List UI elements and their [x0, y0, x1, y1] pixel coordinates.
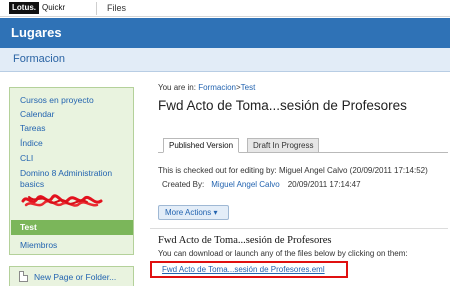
logo-product: Quickr — [42, 3, 66, 12]
places-banner: Lugares — [0, 18, 450, 48]
sidebar-item-domino-line2[interactable]: basics — [20, 179, 44, 189]
lotus-quickr-logo[interactable]: Lotus. Quickr — [9, 2, 65, 14]
top-bar: Lotus. Quickr Files — [0, 0, 450, 17]
sidebar-item-tareas[interactable]: Tareas — [20, 123, 46, 133]
breadcrumb-place-link[interactable]: Formacion — [198, 83, 236, 92]
tab-draft-in-progress[interactable]: Draft In Progress — [247, 138, 320, 153]
sidebar-nav: Cursos en proyecto Calendar Tareas Índic… — [9, 87, 134, 255]
created-by-label: Created By: — [162, 180, 205, 189]
attachment-highlight: Fwd Acto de Toma...sesión de Profesores.… — [150, 261, 348, 278]
sidebar-item-test-label: Test — [20, 222, 37, 232]
content-separator — [150, 228, 448, 229]
new-page-button[interactable]: New Page or Folder... — [9, 266, 134, 286]
attachment-instructions: You can download or launch any of the fi… — [158, 249, 408, 258]
created-date: 20/09/2011 17:14:47 — [287, 180, 361, 189]
banner-title[interactable]: Lugares — [11, 25, 62, 40]
attachment-link[interactable]: Fwd Acto de Toma...sesión de Profesores.… — [162, 265, 325, 274]
tab-published-version[interactable]: Published Version — [163, 138, 240, 153]
new-page-icon — [19, 271, 28, 282]
more-actions-label: More Actions ▾ — [165, 208, 218, 217]
document-title: Fwd Acto de Toma...sesión de Profesores — [158, 235, 332, 246]
sidebar-item-miembros[interactable]: Miembros — [20, 240, 57, 250]
breadcrumb-prefix: You are in: — [158, 83, 196, 92]
sidebar-item-test[interactable]: Test — [11, 220, 133, 235]
place-header: Formacion — [0, 48, 450, 72]
created-by-author-link[interactable]: Miguel Angel Calvo — [211, 180, 279, 189]
sidebar-item-indice[interactable]: Índice — [20, 138, 43, 148]
more-actions-button[interactable]: More Actions ▾ — [158, 205, 229, 220]
sidebar-item-cli[interactable]: CLI — [20, 153, 33, 163]
page-title: Fwd Acto de Toma...sesión de Profesores — [158, 98, 407, 113]
breadcrumb-current-link[interactable]: Test — [241, 83, 256, 92]
checkout-status: This is checked out for editing by: Migu… — [158, 166, 428, 175]
sidebar-item-calendar[interactable]: Calendar — [20, 109, 55, 119]
breadcrumb: You are in: Formacion>Test — [158, 83, 255, 92]
redaction-scribble — [21, 194, 103, 207]
new-page-label: New Page or Folder... — [34, 272, 117, 282]
sidebar-item-domino[interactable]: Domino 8 Administration — [20, 168, 112, 178]
place-title[interactable]: Formacion — [13, 53, 65, 65]
topbar-divider — [96, 2, 97, 15]
files-link[interactable]: Files — [107, 3, 126, 13]
created-by-row: Created By: Miguel Angel Calvo 20/09/2011 … — [162, 180, 361, 189]
sidebar-item-cursos[interactable]: Cursos en proyecto — [20, 95, 94, 105]
logo-brand: Lotus. — [9, 2, 39, 14]
